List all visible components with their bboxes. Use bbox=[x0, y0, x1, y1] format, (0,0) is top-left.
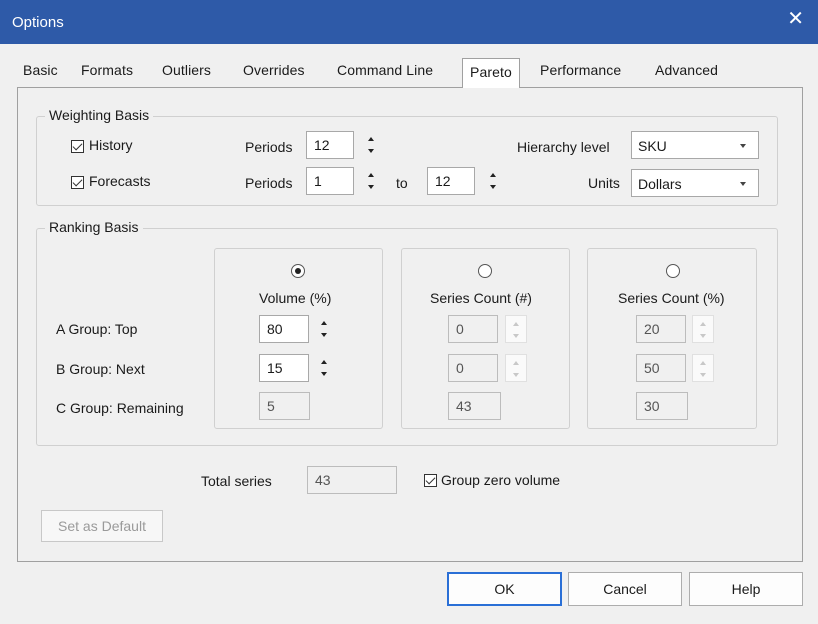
hierarchy-level-value: SKU bbox=[638, 138, 667, 154]
history-label: History bbox=[89, 137, 133, 153]
ranking-basis-group: Ranking Basis A Group: Top B Group: Next… bbox=[36, 219, 778, 446]
tab-outliers[interactable]: Outliers bbox=[162, 62, 211, 78]
series-pct-box: Series Count (%) 20 50 30 bbox=[587, 248, 757, 429]
cancel-button[interactable]: Cancel bbox=[568, 572, 682, 606]
tab-basic[interactable]: Basic bbox=[23, 62, 58, 78]
ok-button[interactable]: OK bbox=[447, 572, 562, 606]
title-bar: Options ✕ bbox=[0, 0, 818, 44]
tab-command-line[interactable]: Command Line bbox=[337, 62, 433, 78]
tab-performance[interactable]: Performance bbox=[540, 62, 621, 78]
volume-pct-header: Volume (%) bbox=[259, 290, 332, 306]
series-count-box: Series Count (#) 0 0 43 bbox=[401, 248, 570, 429]
c-group-label: C Group: Remaining bbox=[56, 400, 184, 416]
total-series-output: 43 bbox=[307, 466, 397, 494]
forecast-to-input[interactable]: 12 bbox=[427, 167, 475, 195]
total-series-label: Total series bbox=[201, 473, 272, 489]
volume-b-stepper[interactable] bbox=[314, 354, 336, 382]
forecast-periods-label: Periods bbox=[245, 175, 293, 191]
series-pct-header: Series Count (%) bbox=[618, 290, 725, 306]
volume-a-stepper[interactable] bbox=[314, 315, 336, 343]
series-count-b-input[interactable]: 0 bbox=[448, 354, 498, 382]
help-button[interactable]: Help bbox=[689, 572, 803, 606]
volume-pct-box: Volume (%) 80 15 5 bbox=[214, 248, 383, 429]
pareto-panel: Weighting Basis History Forecasts Period… bbox=[17, 87, 803, 562]
ranking-basis-legend: Ranking Basis bbox=[45, 219, 143, 235]
window-title: Options bbox=[12, 14, 64, 31]
tab-advanced[interactable]: Advanced bbox=[655, 62, 718, 78]
weighting-basis-legend: Weighting Basis bbox=[45, 107, 154, 123]
group-zero-volume-label: Group zero volume bbox=[441, 472, 561, 488]
weighting-basis-group: Weighting Basis History Forecasts Period… bbox=[36, 107, 778, 206]
group-zero-volume-checkbox[interactable] bbox=[424, 474, 437, 487]
series-pct-radio[interactable] bbox=[666, 264, 680, 278]
volume-a-input[interactable]: 80 bbox=[259, 315, 309, 343]
series-count-c-output: 43 bbox=[448, 392, 501, 420]
set-as-default-button[interactable]: Set as Default bbox=[41, 510, 163, 542]
series-count-radio[interactable] bbox=[478, 264, 492, 278]
units-dropdown[interactable]: Dollars bbox=[631, 169, 759, 197]
forecast-from-input[interactable]: 1 bbox=[306, 167, 354, 195]
history-periods-stepper[interactable] bbox=[361, 131, 383, 159]
chevron-down-icon bbox=[740, 182, 746, 186]
options-dialog: Options ✕ Basic Formats Outliers Overrid… bbox=[0, 0, 818, 624]
chevron-down-icon bbox=[740, 144, 746, 148]
to-label: to bbox=[396, 175, 408, 191]
forecasts-checkbox[interactable] bbox=[71, 176, 84, 189]
volume-b-input[interactable]: 15 bbox=[259, 354, 309, 382]
series-pct-a-stepper[interactable] bbox=[692, 315, 714, 343]
volume-pct-radio[interactable] bbox=[291, 264, 305, 278]
tab-pareto[interactable]: Pareto bbox=[462, 58, 520, 88]
volume-c-output: 5 bbox=[259, 392, 310, 420]
series-count-a-input[interactable]: 0 bbox=[448, 315, 498, 343]
b-group-label: B Group: Next bbox=[56, 361, 145, 377]
hierarchy-level-label: Hierarchy level bbox=[517, 139, 610, 155]
series-count-header: Series Count (#) bbox=[430, 290, 532, 306]
units-label: Units bbox=[588, 175, 620, 191]
forecast-from-stepper[interactable] bbox=[361, 167, 383, 195]
units-value: Dollars bbox=[638, 176, 682, 192]
series-count-a-stepper[interactable] bbox=[505, 315, 527, 343]
history-periods-input[interactable]: 12 bbox=[306, 131, 354, 159]
forecasts-label: Forecasts bbox=[89, 173, 151, 189]
series-pct-b-input[interactable]: 50 bbox=[636, 354, 686, 382]
history-checkbox[interactable] bbox=[71, 140, 84, 153]
hierarchy-level-dropdown[interactable]: SKU bbox=[631, 131, 759, 159]
series-pct-b-stepper[interactable] bbox=[692, 354, 714, 382]
a-group-label: A Group: Top bbox=[56, 321, 138, 337]
series-pct-c-output: 30 bbox=[636, 392, 688, 420]
series-count-b-stepper[interactable] bbox=[505, 354, 527, 382]
forecast-to-stepper[interactable] bbox=[483, 167, 505, 195]
tab-overrides[interactable]: Overrides bbox=[243, 62, 305, 78]
history-periods-label: Periods bbox=[245, 139, 293, 155]
close-icon[interactable]: ✕ bbox=[787, 6, 804, 31]
series-pct-a-input[interactable]: 20 bbox=[636, 315, 686, 343]
tab-formats[interactable]: Formats bbox=[81, 62, 133, 78]
